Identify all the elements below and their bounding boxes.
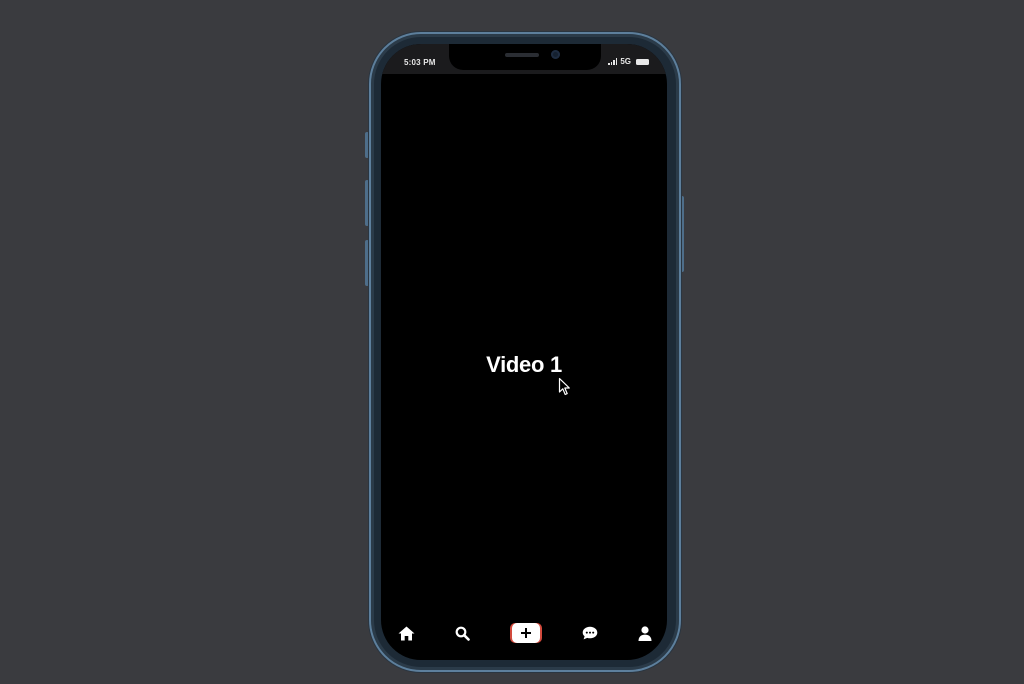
- phone-screen: 5:03 PM 5G Video 1: [381, 44, 667, 660]
- mouse-cursor-icon: [558, 377, 570, 396]
- home-icon: [398, 626, 414, 640]
- front-camera: [551, 50, 560, 59]
- status-indicators: 5G: [608, 57, 649, 66]
- search-icon: [455, 626, 470, 641]
- person-icon: [638, 625, 652, 641]
- network-type: 5G: [620, 57, 631, 66]
- desktop-background: 5:03 PM 5G Video 1: [0, 0, 1024, 684]
- bottom-tab-bar: [381, 620, 667, 646]
- tab-home[interactable]: [393, 620, 419, 646]
- tab-messages[interactable]: [577, 620, 603, 646]
- video-title[interactable]: Video 1: [381, 352, 667, 378]
- battery-icon: [636, 58, 649, 65]
- tab-profile[interactable]: [632, 620, 658, 646]
- cellular-signal-icon: [608, 58, 618, 65]
- notch: [449, 44, 601, 70]
- chat-bubble-icon: [582, 626, 598, 640]
- tab-create[interactable]: [510, 620, 542, 646]
- speaker-grille: [505, 53, 539, 57]
- tab-search[interactable]: [449, 620, 475, 646]
- status-time: 5:03 PM: [404, 58, 436, 67]
- plus-icon: [521, 628, 531, 638]
- create-button[interactable]: [512, 623, 540, 643]
